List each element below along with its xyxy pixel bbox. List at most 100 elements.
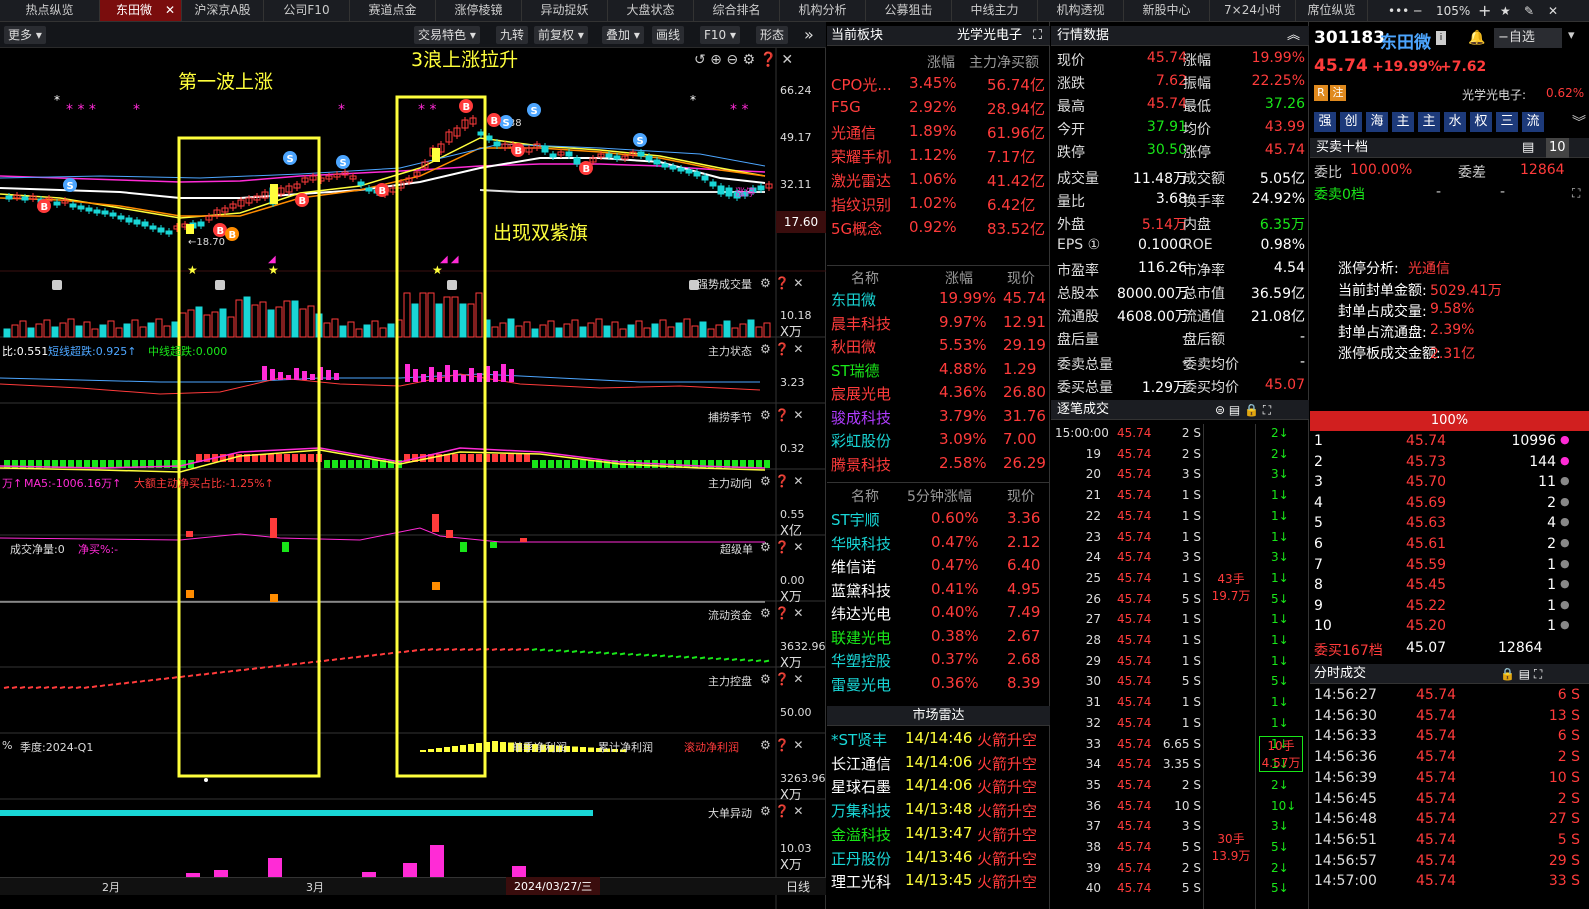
- fivemin-row-name[interactable]: 维信诺: [831, 556, 876, 577]
- tab-f10[interactable]: 公司F10: [264, 0, 350, 21]
- more-dropdown[interactable]: 更多 ▾: [4, 26, 46, 44]
- fivemin-row-name[interactable]: 联建光电: [831, 627, 891, 648]
- zoom-in-icon[interactable]: +: [1478, 0, 1491, 22]
- intraday-controls[interactable]: 🔒 ▤ ⛶: [1500, 664, 1542, 684]
- dropdown-icon[interactable]: ▾: [1568, 28, 1575, 43]
- peer-row-name[interactable]: 宸展光电: [831, 383, 891, 404]
- adjust-dropdown[interactable]: 前复权 ▾: [534, 26, 588, 44]
- tab-market[interactable]: 沪深京A股: [182, 0, 264, 21]
- tab-quarter-profit[interactable]: 单季净利润: [512, 739, 567, 755]
- panel-controls[interactable]: ⚙ ❓ ✕: [760, 342, 803, 356]
- sector-row-name[interactable]: 指纹识别: [831, 194, 891, 215]
- tab-limitup[interactable]: 涨停棱镜: [436, 0, 522, 21]
- tab-abnormal[interactable]: 异动捉妖: [522, 0, 608, 21]
- peer-row-name[interactable]: 骏成科技: [831, 407, 891, 428]
- tag-button[interactable]: 水: [1444, 112, 1466, 132]
- edit-icon[interactable]: ✎: [1524, 0, 1534, 22]
- tab-main[interactable]: 中线主力: [952, 0, 1038, 21]
- tab-fund[interactable]: 公募狙击: [866, 0, 952, 21]
- tab-ipo[interactable]: 新股中心: [1124, 0, 1210, 21]
- chevron-down-icon[interactable]: ︾: [1572, 112, 1586, 132]
- tag-button[interactable]: 主: [1392, 112, 1414, 132]
- sector-row-name[interactable]: 光通信: [831, 122, 876, 143]
- tab-status[interactable]: 大盘状态: [608, 0, 694, 21]
- minimize-icon[interactable]: ─: [1414, 0, 1421, 22]
- chart-controls[interactable]: ↺ ⊕ ⊖ ⚙ ❓ ✕: [694, 52, 793, 68]
- fivemin-row-name[interactable]: 华映科技: [831, 533, 891, 554]
- radar-row-name[interactable]: *ST贤丰: [831, 729, 887, 750]
- add-watchlist-button[interactable]: −自选: [1494, 28, 1562, 48]
- fivemin-row-name[interactable]: 纬达光电: [831, 603, 891, 624]
- tag-button[interactable]: 主: [1418, 112, 1440, 132]
- sector-row-name[interactable]: 荣耀手机: [831, 146, 891, 167]
- tag-button[interactable]: 流: [1522, 112, 1544, 132]
- ticks-controls[interactable]: ⊜ ▤ 🔒 ⛶: [1215, 400, 1271, 420]
- f10-dropdown[interactable]: F10 ▾: [700, 26, 741, 44]
- tab-cumulative-profit[interactable]: 累计净利润: [598, 739, 653, 755]
- tab-rank[interactable]: 综合排名: [694, 0, 780, 21]
- info-icon[interactable]: i: [1436, 31, 1446, 45]
- tag-button[interactable]: 三: [1496, 112, 1518, 132]
- panel-controls[interactable]: ⚙ ❓ ✕: [760, 474, 803, 488]
- pattern-button[interactable]: 形态: [756, 26, 789, 44]
- tab-inst2[interactable]: 机构透视: [1038, 0, 1124, 21]
- panel-controls[interactable]: ⚙ ❓ ✕: [760, 738, 803, 752]
- panel-controls[interactable]: ⚙ ❓ ✕: [760, 540, 803, 554]
- peer-row-name[interactable]: 晨丰科技: [831, 313, 891, 334]
- level-10-button[interactable]: 10: [1546, 138, 1569, 158]
- peer-row-name[interactable]: 东田微: [831, 289, 876, 310]
- tag-button[interactable]: 创: [1340, 112, 1362, 132]
- panel-controls[interactable]: ⚙ ❓ ✕: [760, 804, 803, 818]
- radar-row-name[interactable]: 万集科技: [831, 800, 891, 821]
- trade-feature-dropdown[interactable]: 交易特色 ▾: [414, 26, 480, 44]
- overlay-dropdown[interactable]: 叠加 ▾: [602, 26, 644, 44]
- tab-724[interactable]: 7×24小时: [1210, 0, 1296, 21]
- tag-button[interactable]: 权: [1470, 112, 1492, 132]
- peer-row-name[interactable]: 秋田微: [831, 336, 876, 357]
- radar-row-name[interactable]: 星球石墨: [831, 776, 891, 797]
- panel-controls[interactable]: ⚙ ❓ ✕: [760, 606, 803, 620]
- radar-row-name[interactable]: 理工光科: [831, 871, 891, 892]
- close-icon[interactable]: ✕: [165, 0, 175, 21]
- expand-icon[interactable]: »: [800, 26, 818, 44]
- star-icon[interactable]: ★: [1500, 0, 1511, 22]
- radar-row-name[interactable]: 长江通信: [831, 753, 891, 774]
- tab-track[interactable]: 赛道点金: [350, 0, 436, 21]
- sector-row-name[interactable]: F5G: [831, 98, 861, 116]
- sector-name[interactable]: 光学光电子: [957, 26, 1022, 46]
- close-window-icon[interactable]: ✕: [1548, 0, 1558, 22]
- tag-button[interactable]: 强: [1314, 112, 1336, 132]
- tag-zhu[interactable]: 注: [1330, 85, 1346, 101]
- radar-row-name[interactable]: 金溢科技: [831, 824, 891, 845]
- more-icon[interactable]: •••: [1388, 0, 1409, 22]
- panel-controls[interactable]: ⚙ ❓ ✕: [760, 408, 803, 422]
- sector-row-name[interactable]: 5G概念: [831, 218, 882, 239]
- bell-icon[interactable]: 🔔: [1468, 30, 1485, 46]
- tab-hot[interactable]: 热点纵览: [0, 0, 100, 21]
- tag-button[interactable]: 海: [1366, 112, 1388, 132]
- panel-controls[interactable]: ⚙ ❓ ✕: [760, 672, 803, 686]
- peer-row-name[interactable]: 腾景科技: [831, 454, 891, 475]
- nine-turn-button[interactable]: 九转: [496, 26, 529, 44]
- list-icon[interactable]: ▤: [1522, 138, 1534, 158]
- tab-inst[interactable]: 机构分析: [780, 0, 866, 21]
- fivemin-row-name[interactable]: 蓝黛科技: [831, 580, 891, 601]
- fivemin-row-name[interactable]: 华塑控股: [831, 650, 891, 671]
- collapse-icon[interactable]: ︽: [1287, 26, 1300, 46]
- fivemin-row-name[interactable]: ST宇顺: [831, 509, 880, 530]
- period-label[interactable]: 日线: [786, 878, 810, 895]
- tab-seat[interactable]: 席位纵览: [1296, 0, 1368, 21]
- panel-controls[interactable]: ⚙ ❓ ✕: [760, 276, 803, 290]
- peer-row-name[interactable]: ST瑞德: [831, 360, 880, 381]
- radar-row-name[interactable]: 正丹股份: [831, 848, 891, 869]
- draw-button[interactable]: 画线: [652, 26, 685, 44]
- tab-rolling-profit[interactable]: 滚动净利润: [684, 739, 739, 755]
- tag-r[interactable]: R: [1314, 85, 1328, 101]
- expand-icon[interactable]: ⛶: [1572, 186, 1580, 201]
- sector-row-name[interactable]: 激光雷达: [831, 170, 891, 191]
- fivemin-row-name[interactable]: 雷曼光电: [831, 674, 891, 695]
- tab-dongtianwei[interactable]: 东田微 ✕: [100, 0, 182, 21]
- expand-icon[interactable]: ⛶: [1033, 26, 1042, 46]
- peer-row-name[interactable]: 彩虹股份: [831, 430, 891, 451]
- sector-row-name[interactable]: CPO光...: [831, 74, 892, 95]
